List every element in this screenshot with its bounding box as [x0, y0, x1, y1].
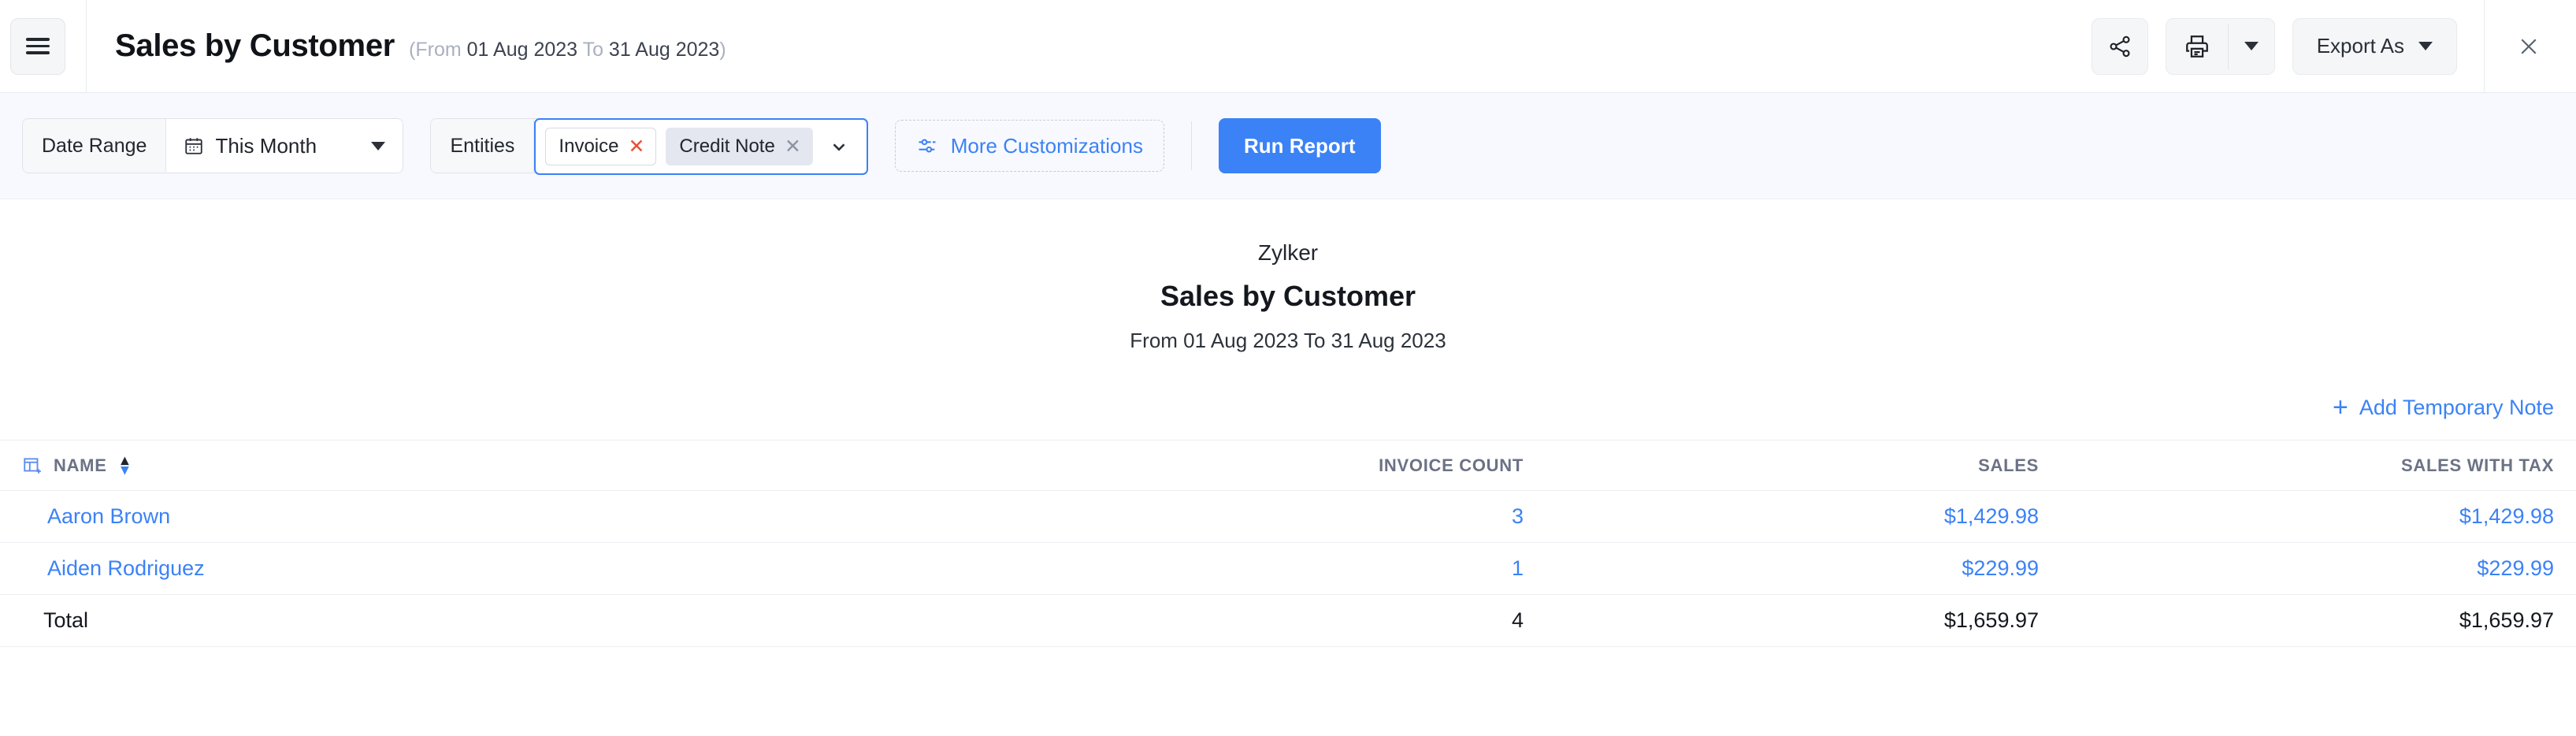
hamburger-menu-button[interactable]: [10, 17, 65, 75]
date-range-select[interactable]: This Month: [166, 119, 403, 173]
plus-icon: +: [2333, 392, 2348, 422]
run-report-button[interactable]: Run Report: [1218, 118, 1381, 173]
entities-field: Entities Invoice ✕ Credit Note ✕: [430, 118, 868, 175]
total-sales: $1,659.97: [1546, 594, 2061, 647]
top-bar: Sales by Customer (From 01 Aug 2023 To 3…: [0, 0, 2576, 93]
column-header-name[interactable]: NAME ▴ ▾: [0, 440, 1030, 491]
report-body: Zylker Sales by Customer From 01 Aug 202…: [0, 199, 2576, 647]
entity-chip-credit-note[interactable]: Credit Note ✕: [666, 128, 813, 165]
chevron-down-icon: [833, 143, 845, 151]
note-row: + Add Temporary Note: [0, 353, 2576, 421]
print-icon: [2185, 35, 2208, 58]
sales-with-tax-link[interactable]: $229.99: [2477, 556, 2554, 580]
subtitle-to-word: To: [577, 39, 609, 61]
close-button[interactable]: [2511, 29, 2546, 64]
header-title-group: Sales by Customer (From 01 Aug 2023 To 3…: [115, 28, 2092, 64]
cell-sales: $1,429.98: [1546, 490, 2061, 543]
subtitle-open-paren: (From: [409, 39, 467, 61]
cell-sales-with-tax: $1,429.98: [2061, 490, 2576, 543]
column-header-sales-with-tax[interactable]: SALES WITH TAX: [2061, 440, 2576, 491]
export-as-label: Export As: [2316, 34, 2404, 58]
entity-chip-invoice[interactable]: Invoice ✕: [545, 128, 657, 165]
header-divider: [86, 0, 87, 93]
table-row[interactable]: Aiden Rodriguez 1 $229.99 $229.99: [0, 542, 2576, 595]
add-temporary-note-button[interactable]: + Add Temporary Note: [2333, 394, 2554, 421]
table-total-row: Total 4 $1,659.97 $1,659.97: [0, 594, 2576, 647]
filter-toolbar: Date Range This Month Entities Invoice ✕…: [0, 93, 2576, 199]
cell-customer-name: Aiden Rodriguez: [0, 542, 1030, 595]
organization-name: Zylker: [1257, 240, 1319, 265]
date-range-field: Date Range This Month: [22, 118, 404, 173]
more-customizations-button[interactable]: More Customizations: [894, 120, 1164, 172]
total-sales-with-tax: $1,659.97: [2061, 594, 2576, 647]
sales-link[interactable]: $1,429.98: [1944, 504, 2039, 528]
close-icon[interactable]: ✕: [785, 136, 801, 157]
close-icon: [2521, 38, 2537, 54]
column-header-sales[interactable]: SALES: [1546, 440, 2061, 491]
page-subtitle: (From 01 Aug 2023 To 31 Aug 2023): [409, 39, 726, 61]
table-row[interactable]: Aaron Brown 3 $1,429.98 $1,429.98: [0, 490, 2576, 543]
chevron-down-icon: [2418, 42, 2433, 50]
sales-with-tax-link[interactable]: $1,429.98: [2459, 504, 2554, 528]
entity-chip-label: Invoice: [559, 136, 619, 157]
subtitle-from-date: 01 Aug 2023: [466, 39, 578, 61]
export-as-button[interactable]: Export As: [2292, 17, 2457, 75]
sales-link[interactable]: $229.99: [1962, 556, 2039, 580]
sliders-icon: [919, 139, 936, 153]
sales-by-customer-table: NAME ▴ ▾ INVOICE COUNT SALES SALES WITH T…: [0, 440, 2576, 647]
date-range-value: This Month: [215, 133, 317, 158]
table-body: Aaron Brown 3 $1,429.98 $1,429.98 Aiden …: [0, 490, 2576, 647]
entity-chip-label: Credit Note: [679, 136, 775, 157]
cell-sales-with-tax: $229.99: [2061, 542, 2576, 595]
subtitle-to-date: 31 Aug 2023: [608, 39, 720, 61]
column-header-label: NAME: [54, 455, 107, 475]
entities-label: Entities: [431, 119, 535, 173]
report-title: Sales by Customer: [1160, 280, 1416, 312]
invoice-count-link[interactable]: 1: [1512, 556, 1524, 580]
subtitle-close-paren: ): [719, 39, 726, 61]
report-date-range: From 01 Aug 2023 To 31 Aug 2023: [1130, 329, 1446, 352]
more-customizations-label: More Customizations: [950, 133, 1143, 158]
add-temporary-note-label: Add Temporary Note: [2359, 395, 2554, 419]
close-icon[interactable]: ✕: [628, 136, 644, 157]
chevron-down-icon: [371, 141, 386, 151]
print-button[interactable]: [2166, 19, 2228, 74]
top-bar-actions: Export As: [2091, 0, 2546, 93]
calendar-icon: [185, 138, 203, 154]
table-header: NAME ▴ ▾ INVOICE COUNT SALES SALES WITH T…: [0, 440, 2576, 491]
hamburger-menu-icon: [26, 34, 50, 58]
report-header: Zylker Sales by Customer From 01 Aug 202…: [0, 240, 2576, 353]
toolbar-divider: [1190, 121, 1192, 170]
total-label: Total: [0, 594, 1030, 647]
cell-sales: $229.99: [1546, 542, 2061, 595]
total-invoice-count: 4: [1030, 594, 1546, 647]
print-options-button[interactable]: [2229, 19, 2274, 74]
page-title: Sales by Customer: [115, 28, 395, 63]
cell-invoice-count: 3: [1030, 490, 1546, 543]
customer-link[interactable]: Aaron Brown: [47, 504, 170, 528]
chevron-down-icon: [2244, 42, 2259, 50]
table-header-row: NAME ▴ ▾ INVOICE COUNT SALES SALES WITH T…: [0, 440, 2576, 491]
cell-customer-name: Aaron Brown: [0, 490, 1030, 543]
add-column-icon[interactable]: [22, 455, 43, 476]
share-icon: [2110, 35, 2130, 57]
invoice-count-link[interactable]: 3: [1512, 504, 1524, 528]
share-button[interactable]: [2091, 17, 2148, 75]
entities-multiselect[interactable]: Invoice ✕ Credit Note ✕: [534, 118, 868, 175]
customer-link[interactable]: Aiden Rodriguez: [47, 556, 205, 580]
date-range-label: Date Range: [23, 119, 167, 173]
print-split-button: [2165, 17, 2275, 75]
close-divider: [2484, 0, 2485, 93]
entities-dropdown-button[interactable]: [822, 136, 859, 157]
column-header-invoice-count[interactable]: INVOICE COUNT: [1030, 440, 1546, 491]
cell-invoice-count: 1: [1030, 542, 1546, 595]
sort-arrows-icon[interactable]: ▴ ▾: [121, 453, 129, 477]
